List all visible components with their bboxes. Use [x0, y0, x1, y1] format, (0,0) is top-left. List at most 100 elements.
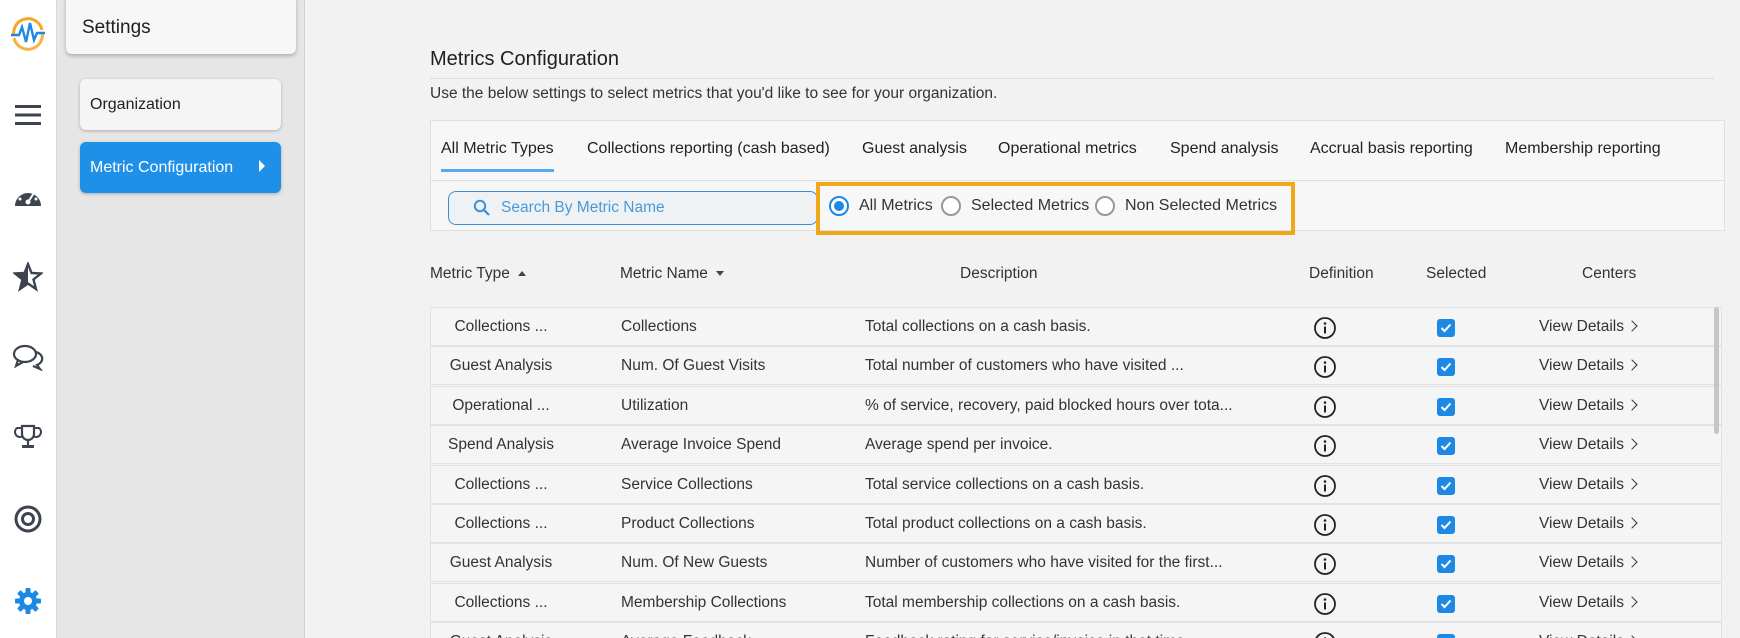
tab-all-metric-types[interactable]: All Metric Types [441, 140, 554, 172]
table-row: Guest Analysis Num. Of New Guests Number o… [430, 543, 1722, 583]
info-icon[interactable] [1313, 434, 1337, 458]
dashboard-gauge-icon[interactable] [11, 180, 45, 214]
selected-checkbox[interactable] [1437, 476, 1455, 495]
info-icon[interactable] [1313, 552, 1337, 576]
logo-icon[interactable] [8, 14, 48, 54]
tab-accrual-basis-reporting[interactable]: Accrual basis reporting [1310, 140, 1473, 158]
radio-button[interactable] [941, 196, 961, 216]
view-details-link[interactable]: View Details [1539, 357, 1638, 375]
selected-checkbox[interactable] [1437, 555, 1455, 574]
view-details-link[interactable]: View Details [1539, 554, 1638, 572]
check-icon [1440, 520, 1452, 530]
view-details-link[interactable]: View Details [1539, 476, 1638, 494]
tab-guest-analysis[interactable]: Guest analysis [862, 140, 967, 158]
sidebar-item-organization[interactable]: Organization [80, 79, 281, 130]
view-details-link[interactable]: View Details [1539, 436, 1638, 454]
column-header-description: Description [960, 265, 1038, 282]
radio-label: Non Selected Metrics [1125, 197, 1278, 214]
view-details-link[interactable]: View Details [1539, 318, 1638, 336]
table-row: Collections ... Membership Collections Tot… [430, 582, 1722, 622]
column-header-selected: Selected [1426, 265, 1487, 282]
search-input[interactable] [501, 199, 801, 217]
chevron-right-icon [1626, 399, 1638, 411]
metric-name-cell: Num. Of Guest Visits [621, 357, 766, 375]
selected-checkbox[interactable] [1437, 594, 1455, 613]
metric-description-cell: Total product collections on a cash basi… [865, 515, 1147, 532]
star-icon[interactable] [11, 260, 45, 294]
view-details-link[interactable]: View Details [1539, 633, 1638, 638]
radio-non-selected-metrics[interactable]: Non Selected Metrics [1095, 196, 1277, 216]
sort-ascending-icon [517, 271, 526, 277]
column-header-metric-name[interactable]: Metric Name [620, 265, 724, 283]
selected-checkbox[interactable] [1437, 319, 1455, 337]
trophy-icon[interactable] [11, 420, 45, 454]
view-details-link[interactable]: View Details [1539, 397, 1638, 415]
view-details-link[interactable]: View Details [1539, 515, 1638, 533]
check-icon [1440, 442, 1452, 451]
metric-type-tabs: All Metric Types Collections reporting (… [431, 121, 1724, 181]
metric-name-cell: Collections [621, 318, 697, 335]
metric-name-cell: Product Collections [621, 515, 755, 532]
tab-collections-reporting[interactable]: Collections reporting (cash based) [587, 140, 830, 158]
selected-checkbox[interactable] [1437, 358, 1455, 377]
selected-checkbox[interactable] [1437, 634, 1455, 638]
column-header-definition: Definition [1309, 265, 1374, 282]
metric-type-cell: Operational ... [452, 396, 550, 414]
radio-label: All Metrics [859, 197, 933, 214]
radio-selected-metrics[interactable]: Selected Metrics [941, 196, 1089, 216]
metric-type-cell: Guest Analysis [449, 554, 553, 572]
radio-label: Selected Metrics [971, 197, 1090, 214]
metric-type-cell: Collections ... [454, 318, 548, 335]
settings-gear-icon[interactable] [11, 584, 45, 618]
metric-description-cell: Feedback rating for service/invoice in t… [865, 633, 1198, 638]
chevron-right-icon [1626, 477, 1638, 490]
check-icon [1440, 599, 1452, 609]
search-box[interactable] [448, 191, 818, 225]
info-icon[interactable] [1313, 355, 1337, 379]
table-row: Operational ... Utilization % of service, … [430, 385, 1722, 425]
sort-descending-icon [715, 271, 724, 277]
metric-description-cell: Number of customers who have visited for… [865, 554, 1223, 572]
tab-operational-metrics[interactable]: Operational metrics [998, 140, 1137, 158]
info-icon[interactable] [1313, 631, 1337, 638]
view-details-link[interactable]: View Details [1539, 594, 1638, 612]
selected-checkbox[interactable] [1437, 397, 1455, 416]
table-row: Guest Analysis Average Feedback Feedback r… [430, 622, 1722, 638]
metric-description-cell: Total membership collections on a cash b… [865, 593, 1181, 611]
info-icon[interactable] [1313, 592, 1337, 616]
info-icon[interactable] [1313, 316, 1337, 340]
search-icon [473, 199, 490, 216]
tab-membership-reporting[interactable]: Membership reporting [1505, 140, 1661, 158]
metric-description-cell: Total service collections on a cash basi… [865, 475, 1145, 493]
page-subtitle: Use the below settings to select metrics… [430, 85, 998, 102]
selected-checkbox[interactable] [1437, 516, 1455, 534]
radio-all-metrics[interactable]: All Metrics [829, 196, 933, 216]
metric-name-cell: Membership Collections [621, 593, 787, 611]
settings-sidebar: Settings Organization Metric Configurati… [57, 0, 305, 638]
tab-spend-analysis[interactable]: Spend analysis [1170, 140, 1279, 158]
check-icon [1440, 323, 1452, 333]
selected-checkbox[interactable] [1437, 437, 1455, 456]
settings-title: Settings [66, 0, 296, 54]
metric-description-cell: Average spend per invoice. [865, 436, 1053, 454]
sidebar-item-metric-configuration[interactable]: Metric Configuration [80, 142, 281, 193]
check-icon [1440, 402, 1452, 412]
radio-button[interactable] [829, 196, 849, 216]
metric-type-cell: Spend Analysis [448, 436, 554, 454]
info-icon[interactable] [1313, 474, 1337, 498]
menu-icon[interactable] [11, 98, 45, 132]
target-icon[interactable] [11, 502, 45, 536]
table-row: Guest Analysis Num. Of Guest Visits Total … [430, 346, 1722, 386]
metric-description-cell: Total collections on a cash basis. [865, 318, 1091, 335]
column-header-metric-type[interactable]: Metric Type [430, 265, 526, 283]
chat-icon[interactable] [11, 340, 45, 374]
info-icon[interactable] [1313, 395, 1337, 419]
metric-type-cell: Guest Analysis [431, 633, 571, 638]
metric-name-cell: Num. Of New Guests [621, 554, 768, 572]
table-scrollbar[interactable] [1714, 307, 1719, 434]
title-divider [430, 78, 1714, 79]
metric-name-cell: Utilization [621, 396, 689, 414]
info-icon[interactable] [1313, 513, 1337, 537]
metric-type-cell: Guest Analysis [449, 357, 553, 375]
radio-button[interactable] [1095, 196, 1115, 216]
